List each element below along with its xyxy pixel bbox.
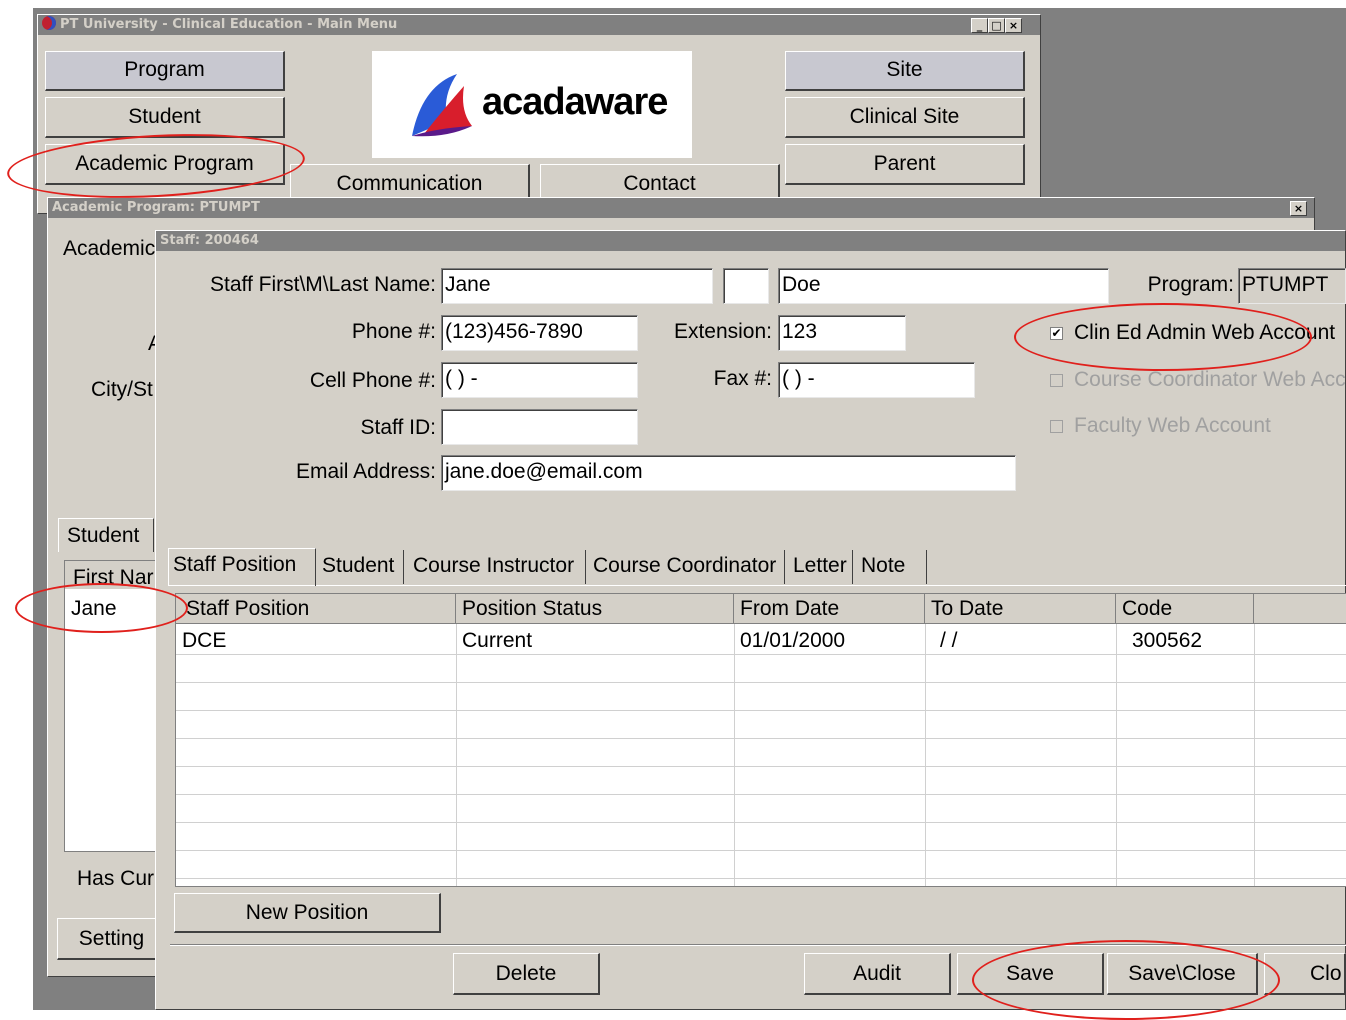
grid-col-divider: [734, 624, 735, 886]
delete-button[interactable]: Delete: [453, 953, 600, 995]
staff-titlebar: Staff: 200464: [156, 231, 1345, 251]
main-menu-title: PT University - Clinical Education - Mai…: [60, 17, 398, 32]
email-label: Email Address:: [295, 460, 436, 483]
faculty-label: Faculty Web Account: [1074, 414, 1271, 437]
tab-student[interactable]: Student: [318, 550, 404, 584]
grid-col-divider: [456, 624, 457, 886]
academic-label: Academic: [63, 237, 156, 260]
list-item[interactable]: Jane: [71, 597, 117, 621]
staff-tab-strip: Staff Position Student Course Instructor…: [168, 548, 1346, 586]
tab-course-coordinator[interactable]: Course Coordinator: [589, 550, 785, 584]
extension-label: Extension:: [673, 320, 772, 343]
grid-row-line: [176, 710, 1346, 711]
column-from-date[interactable]: From Date: [734, 594, 925, 624]
last-name-field[interactable]: Doe: [778, 268, 1109, 304]
faculty-checkbox: [1050, 420, 1063, 433]
minimize-icon[interactable]: _: [971, 18, 988, 33]
academic-program-button[interactable]: Academic Program: [45, 144, 285, 185]
main-menu-titlebar: PT University - Clinical Education - Mai…: [38, 15, 1040, 35]
column-staff-position[interactable]: Staff Position: [176, 594, 456, 624]
clin-ed-admin-label: Clin Ed Admin Web Account: [1074, 321, 1336, 344]
academic-program-title: Academic Program: PTUMPT: [52, 200, 260, 215]
app-logo-icon: [42, 16, 56, 30]
grid-row-line: [176, 738, 1346, 739]
grid-row-line: [176, 766, 1346, 767]
column-code[interactable]: Code: [1116, 594, 1254, 624]
close-icon[interactable]: ×: [1005, 18, 1022, 33]
fax-field[interactable]: ( ) -: [778, 362, 975, 398]
middle-initial-field[interactable]: [723, 268, 769, 304]
column-position-status[interactable]: Position Status: [456, 594, 734, 624]
email-field[interactable]: jane.doe@email.com: [441, 455, 1016, 491]
student-button[interactable]: Student: [45, 97, 285, 138]
settings-button[interactable]: Setting: [57, 918, 167, 960]
city-state-label: City/St: [91, 378, 153, 401]
acadaware-logo: acadaware: [372, 51, 692, 158]
program-button[interactable]: Program: [45, 51, 285, 91]
course-coordinator-checkbox: [1050, 374, 1063, 387]
grid-col-divider: [925, 624, 926, 886]
student-tab-label: Student: [67, 524, 140, 547]
cell-to-date[interactable]: / /: [934, 627, 958, 655]
program-field: PTUMPT: [1238, 268, 1346, 304]
course-coordinator-label: Course Coordinator Web Acc: [1074, 368, 1346, 391]
cell-code[interactable]: 300562: [1126, 627, 1202, 655]
academic-program-titlebar: Academic Program: PTUMPT ×: [48, 198, 1314, 218]
staff-title: Staff: 200464: [160, 233, 259, 248]
program-label: Program:: [1147, 273, 1234, 296]
fax-label: Fax #:: [713, 367, 772, 390]
tab-letter[interactable]: Letter: [789, 550, 853, 584]
cell-position-status[interactable]: Current: [456, 627, 532, 655]
parent-button[interactable]: Parent: [785, 144, 1025, 185]
first-name-field[interactable]: Jane: [441, 268, 713, 304]
maximize-icon[interactable]: □: [988, 18, 1005, 33]
grid-row-line: [176, 822, 1346, 823]
student-tab[interactable]: Student: [58, 518, 154, 552]
close-icon[interactable]: ×: [1290, 201, 1307, 216]
staff-position-grid[interactable]: Staff Position Position Status From Date…: [175, 593, 1346, 887]
grid-row-line: [176, 794, 1346, 795]
cell-from-date[interactable]: 01/01/2000: [734, 627, 845, 655]
cell-staff-position[interactable]: DCE: [176, 627, 226, 655]
cell-phone-label: Cell Phone #:: [309, 369, 436, 392]
grid-row-line: [176, 682, 1346, 683]
acadaware-logo-icon: [412, 74, 472, 137]
phone-label: Phone #:: [351, 320, 436, 343]
column-to-date[interactable]: To Date: [925, 594, 1116, 624]
grid-row-line: [176, 850, 1346, 851]
extension-field[interactable]: 123: [778, 315, 906, 351]
tab-staff-position[interactable]: Staff Position: [168, 548, 316, 586]
logo-text: acadaware: [482, 81, 668, 123]
grid-col-divider: [1254, 624, 1255, 886]
audit-button[interactable]: Audit: [804, 953, 951, 995]
student-list[interactable]: First Nar Jane: [64, 560, 156, 852]
clin-ed-admin-checkbox[interactable]: ✔: [1050, 327, 1063, 340]
has-current-label: Has Cur: [77, 867, 155, 890]
grid-col-divider: [1116, 624, 1117, 886]
tab-note[interactable]: Note: [857, 550, 927, 584]
list-header: First Nar: [65, 561, 155, 589]
site-button[interactable]: Site: [785, 51, 1025, 91]
column-extra: [1254, 594, 1346, 624]
staff-id-label: Staff ID:: [360, 416, 436, 439]
clinical-site-button[interactable]: Clinical Site: [785, 97, 1025, 138]
separator: [170, 944, 1346, 946]
tab-course-instructor[interactable]: Course Instructor: [409, 550, 586, 584]
grid-row-line: [176, 878, 1346, 879]
cell-phone-field[interactable]: ( ) -: [441, 362, 638, 398]
staff-id-field[interactable]: [441, 409, 638, 445]
save-button[interactable]: Save: [957, 953, 1104, 995]
name-label: Staff First\M\Last Name:: [209, 273, 436, 296]
save-close-button[interactable]: Save\Close: [1107, 953, 1258, 995]
new-position-button[interactable]: New Position: [174, 893, 441, 933]
close-button[interactable]: Clo: [1264, 953, 1346, 995]
phone-field[interactable]: (123)456-7890: [441, 315, 638, 351]
